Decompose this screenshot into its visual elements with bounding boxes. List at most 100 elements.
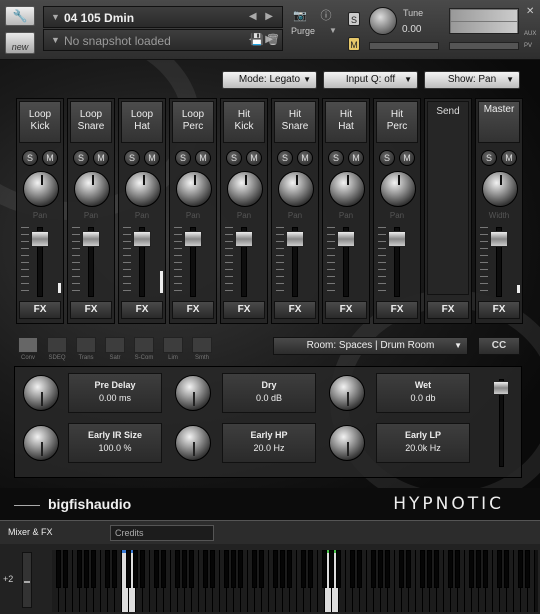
black-key[interactable] [455, 550, 460, 588]
black-key[interactable] [77, 550, 82, 588]
black-key[interactable] [420, 550, 425, 588]
fx-button[interactable]: FX [478, 301, 520, 319]
black-key[interactable] [224, 550, 229, 588]
fx-button[interactable]: FX [274, 301, 316, 319]
solo-button[interactable]: S [124, 150, 140, 166]
solo-button[interactable]: S [481, 150, 497, 166]
tune-knob[interactable] [369, 7, 397, 35]
triangle-down-icon[interactable]: ▼ [51, 12, 60, 22]
black-key[interactable] [252, 550, 257, 588]
pan-knob[interactable] [380, 171, 416, 207]
black-key[interactable] [140, 550, 145, 588]
solo-button[interactable]: S [226, 150, 242, 166]
black-key[interactable] [112, 550, 117, 588]
early-lp-knob[interactable] [329, 425, 365, 461]
tab-smth[interactable]: Smth [190, 335, 214, 363]
black-key[interactable] [133, 550, 138, 588]
black-key[interactable] [371, 550, 376, 588]
black-key[interactable] [427, 550, 432, 588]
volume-fader[interactable] [337, 231, 355, 247]
cc-button[interactable]: CC [478, 337, 520, 355]
mute-button[interactable]: M [297, 150, 313, 166]
pan-slider[interactable] [369, 42, 439, 50]
tab-sdeq[interactable]: SDEQ [45, 335, 69, 363]
volume-fader[interactable] [133, 231, 151, 247]
black-key[interactable] [91, 550, 96, 588]
volume-fader[interactable] [388, 231, 406, 247]
black-key[interactable] [469, 550, 474, 588]
pitch-wheel[interactable] [22, 552, 32, 608]
volume-fader[interactable] [235, 231, 253, 247]
wet-knob[interactable] [329, 375, 365, 411]
black-key[interactable] [350, 550, 355, 588]
fx-button[interactable]: FX [70, 301, 112, 319]
black-key[interactable] [483, 550, 488, 588]
black-key[interactable] [385, 550, 390, 588]
close-icon[interactable]: ✕ [526, 6, 534, 17]
save-icon[interactable]: 💾 [249, 32, 265, 48]
volume-slider[interactable] [449, 42, 519, 50]
input-q-dropdown[interactable]: Input Q: off ▼ [323, 71, 418, 89]
mute-button[interactable]: M [501, 150, 517, 166]
black-key[interactable] [56, 550, 61, 588]
black-key[interactable] [448, 550, 453, 588]
volume-fader[interactable] [184, 231, 202, 247]
black-key[interactable] [154, 550, 159, 588]
mute-button[interactable]: M [348, 37, 360, 51]
fx-button[interactable]: FX [121, 301, 163, 319]
pan-knob[interactable] [278, 171, 314, 207]
black-key[interactable] [357, 550, 362, 588]
solo-button[interactable]: S [175, 150, 191, 166]
black-key[interactable] [322, 550, 327, 588]
tab-conv[interactable]: Conv [16, 335, 40, 363]
tab-credits[interactable]: Credits [110, 525, 214, 541]
black-key[interactable] [399, 550, 404, 588]
black-key[interactable] [329, 550, 334, 588]
black-key[interactable] [406, 550, 411, 588]
black-key[interactable] [504, 550, 509, 588]
wrench-icon[interactable]: 🔧 [5, 6, 35, 26]
preset-name-field[interactable]: ▼ 04 105 Dmin ◀ ▶ [43, 6, 283, 28]
mute-button[interactable]: M [348, 150, 364, 166]
purge-control[interactable]: Purge ▼ [289, 10, 339, 54]
early-ir-size-box[interactable]: Early IR Size 100.0 % [68, 423, 162, 463]
black-key[interactable] [280, 550, 285, 588]
solo-button[interactable]: S [277, 150, 293, 166]
pan-knob[interactable] [227, 171, 263, 207]
triangle-down-icon[interactable]: ▼ [51, 35, 60, 45]
tab-satr[interactable]: Satr [103, 335, 127, 363]
reverb-fader[interactable] [493, 381, 509, 395]
width-knob[interactable] [482, 171, 518, 207]
mute-button[interactable]: M [144, 150, 160, 166]
black-key[interactable] [518, 550, 523, 588]
dry-box[interactable]: Dry 0.0 dB [222, 373, 316, 413]
black-key[interactable] [336, 550, 341, 588]
mute-button[interactable]: M [399, 150, 415, 166]
black-key[interactable] [308, 550, 313, 588]
black-key[interactable] [210, 550, 215, 588]
solo-button[interactable]: S [73, 150, 89, 166]
solo-button[interactable]: S [22, 150, 38, 166]
black-key[interactable] [434, 550, 439, 588]
pv-label[interactable]: PV [524, 43, 532, 49]
volume-fader[interactable] [490, 231, 508, 247]
solo-button[interactable]: S [379, 150, 395, 166]
volume-fader[interactable] [286, 231, 304, 247]
early-hp-knob[interactable] [175, 425, 211, 461]
black-key[interactable] [301, 550, 306, 588]
mode-dropdown[interactable]: Mode: Legato ▼ [222, 71, 317, 89]
early-lp-box[interactable]: Early LP 20.0k Hz [376, 423, 470, 463]
black-key[interactable] [259, 550, 264, 588]
black-key[interactable] [189, 550, 194, 588]
black-key[interactable] [238, 550, 243, 588]
black-key[interactable] [273, 550, 278, 588]
black-key[interactable] [161, 550, 166, 588]
fx-button[interactable]: FX [427, 301, 469, 319]
triangle-down-icon[interactable]: ▼ [329, 26, 337, 35]
black-key[interactable] [476, 550, 481, 588]
black-key[interactable] [231, 550, 236, 588]
black-key[interactable] [105, 550, 110, 588]
pan-knob[interactable] [74, 171, 110, 207]
pan-knob[interactable] [125, 171, 161, 207]
early-hp-box[interactable]: Early HP 20.0 Hz [222, 423, 316, 463]
